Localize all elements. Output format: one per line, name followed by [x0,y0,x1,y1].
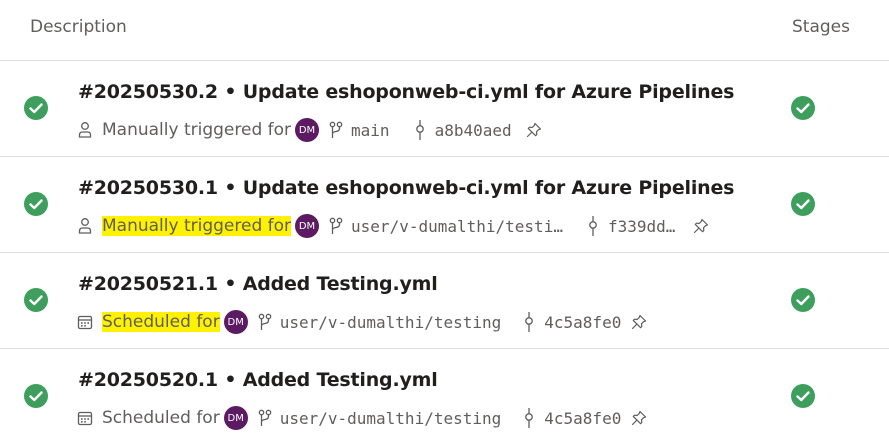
column-header-description[interactable]: Description [30,17,127,37]
trigger-text: Manually triggered for [102,120,292,140]
branch-name[interactable]: user/v-dumalthi/testing [280,313,502,332]
commit-hash[interactable]: 4c5a8fe0 [544,313,621,332]
branch-icon [329,217,345,235]
run-details: Manually triggered for DM user/v-dumalth… [76,212,709,240]
run-details: Scheduled for DM user/v-dumalthi/testing… [76,308,647,336]
commit-icon [523,312,535,332]
avatar[interactable]: DM [295,118,320,142]
commit-hash[interactable]: 4c5a8fe0 [544,409,621,428]
pin-icon[interactable] [526,122,542,138]
calendar-icon [76,409,94,427]
table-row[interactable]: #20250521.1 • Added Testing.yml Schedule… [0,253,889,349]
stage-success-icon[interactable] [791,192,815,216]
commit-hash[interactable]: a8b40aed [435,121,512,140]
run-title[interactable]: #20250521.1 • Added Testing.yml [78,273,438,295]
success-check-icon [24,288,48,312]
branch-icon [258,313,274,331]
run-title[interactable]: #20250520.1 • Added Testing.yml [78,369,438,391]
branch-name[interactable]: user/v-dumalthi/testing [280,409,502,428]
pin-icon[interactable] [693,218,709,234]
table-row[interactable]: #20250530.1 • Update eshoponweb-ci.yml f… [0,157,889,253]
avatar[interactable]: DM [223,310,248,334]
avatar[interactable]: DM [223,406,248,430]
avatar[interactable]: DM [295,214,320,238]
run-details: Manually triggered for DM main a8b40aed [76,116,542,144]
column-header-stages[interactable]: Stages [792,17,850,37]
commit-icon [523,408,535,428]
trigger-text: Scheduled for [102,408,220,428]
pin-icon[interactable] [631,410,647,426]
table-header: Description Stages [0,0,889,61]
commit-icon [587,216,599,236]
table-row[interactable]: #20250520.1 • Added Testing.yml Schedule… [0,349,889,445]
branch-icon [329,121,345,139]
run-title[interactable]: #20250530.1 • Update eshoponweb-ci.yml f… [78,177,734,199]
stage-success-icon[interactable] [791,96,815,120]
branch-icon [258,409,274,427]
run-details: Scheduled for DM user/v-dumalthi/testing… [76,404,647,432]
trigger-text: Scheduled for [102,312,220,332]
pin-icon[interactable] [631,314,647,330]
branch-name[interactable]: main [351,121,390,140]
success-check-icon [24,96,48,120]
commit-hash[interactable]: f339dd… [608,217,675,236]
run-title[interactable]: #20250530.2 • Update eshoponweb-ci.yml f… [78,81,734,103]
person-icon [76,217,94,235]
commit-icon [414,120,426,140]
calendar-icon [76,313,94,331]
stage-success-icon[interactable] [791,288,815,312]
branch-name[interactable]: user/v-dumalthi/testi… [351,217,563,236]
person-icon [76,121,94,139]
stage-success-icon[interactable] [791,384,815,408]
trigger-text: Manually triggered for [102,216,292,236]
success-check-icon [24,192,48,216]
table-row[interactable]: #20250530.2 • Update eshoponweb-ci.yml f… [0,61,889,157]
success-check-icon [24,384,48,408]
